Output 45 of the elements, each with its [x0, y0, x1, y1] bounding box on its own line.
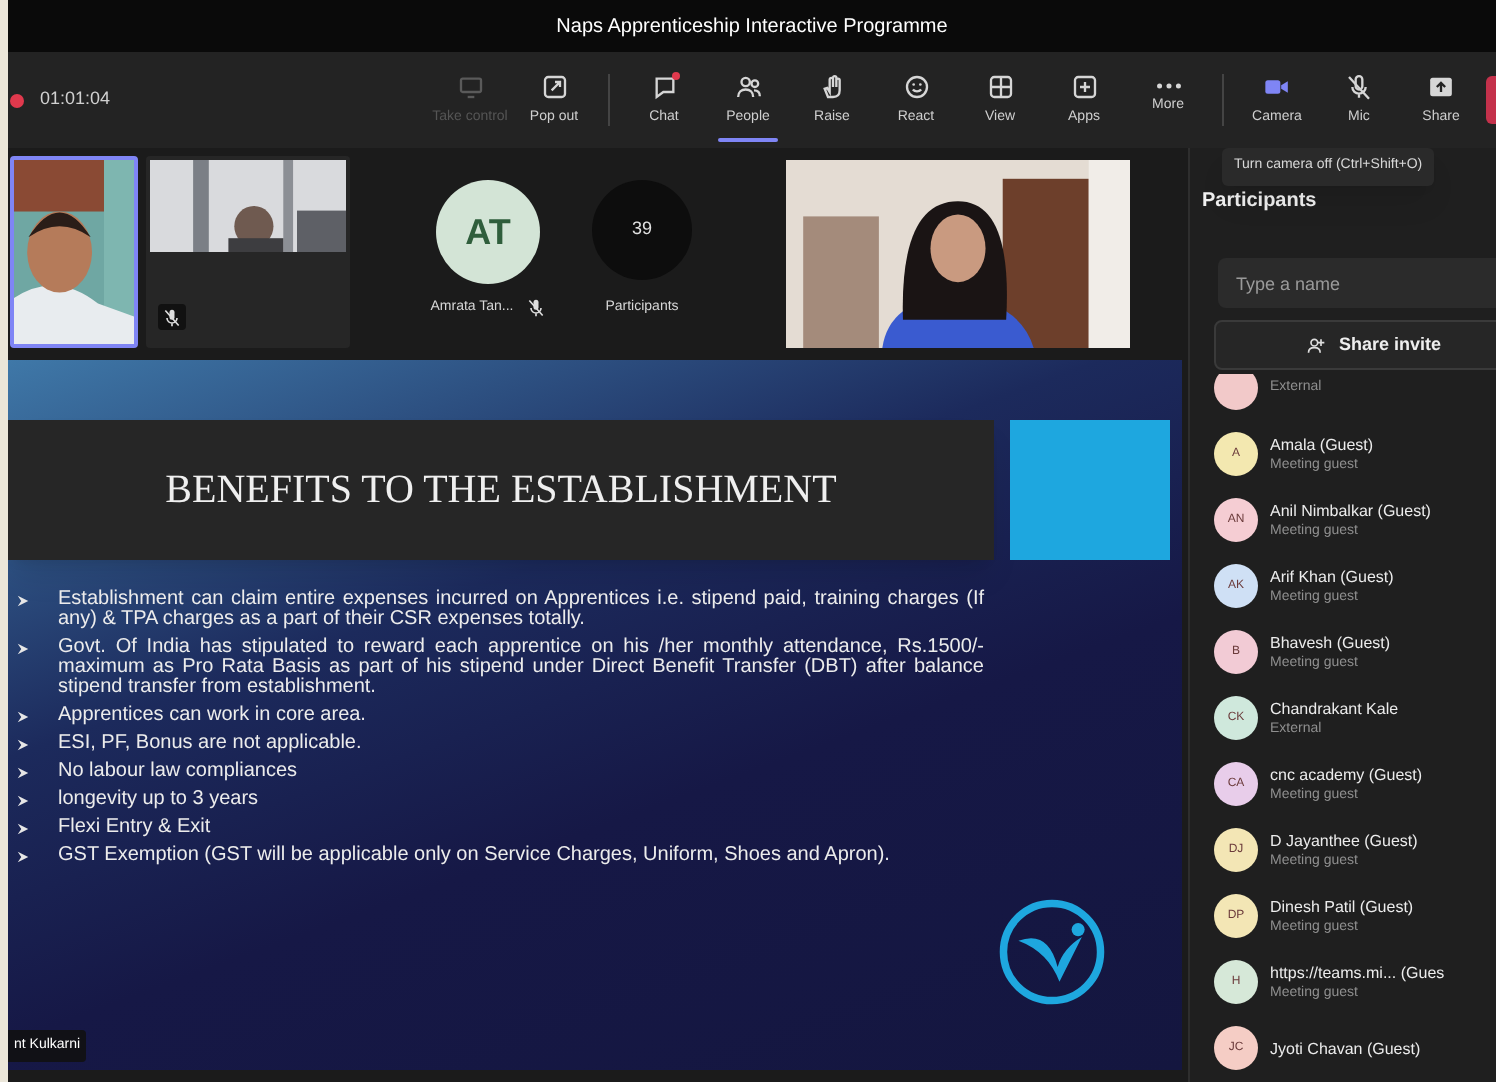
arrow-bullet-icon	[16, 594, 30, 608]
arrow-bullet-icon	[16, 738, 30, 752]
participant-name: Jyoti Chavan (Guest)	[1270, 1037, 1421, 1059]
smiley-icon	[901, 71, 931, 102]
bullet-text: Establishment can claim entire expenses incurred on Apprentices i.e. stipend paid, training charges (If any) & TPA charges as a part of their CSR expenses totally.	[58, 590, 984, 630]
bullet-text: Apprentices can work in core area.	[58, 706, 366, 726]
bullet-text: ESI, PF, Bonus are not applicable.	[58, 734, 362, 754]
people-icon	[733, 71, 763, 102]
bullet-text: No labour law compliances	[58, 762, 298, 782]
panel-title: Participants	[1202, 188, 1317, 216]
more-icon	[1155, 82, 1181, 91]
bullet-text: Govt. Of India has stipulated to reward each apprentice on his /her monthly attendance, Rs.1500/- maximum as Pro Rata Basis as part of his stipend under Direct Benefit Transfer (DBT) after balance stipend transfer from establishment.	[58, 638, 984, 698]
participant-name: Arif Khan (Guest)	[1270, 565, 1394, 587]
apps-icon	[1069, 71, 1099, 102]
arrow-bullet-icon	[16, 822, 30, 836]
participant-name: Dinesh Patil (Guest)	[1270, 895, 1414, 917]
popout-icon	[539, 71, 569, 102]
window-title: Naps Apprenticeship Interactive Programme	[556, 13, 948, 41]
participant-name: Amala (Guest)	[1270, 433, 1374, 455]
arrow-bullet-icon	[16, 766, 30, 780]
people-add-icon	[1306, 335, 1327, 355]
arrow-bullet-icon	[16, 710, 30, 724]
participant-count[interactable]: 39	[592, 180, 692, 280]
bullet-text: GST Exemption (GST will be applicable only on Service Charges, Uniform, Shoes and Apron).	[58, 846, 890, 866]
share-invite-button[interactable]: Share invite	[1214, 320, 1496, 370]
avatar: AT	[436, 180, 540, 284]
participant-name: cnc academy (Guest)	[1270, 763, 1423, 785]
arrow-bullet-icon	[16, 642, 30, 656]
slide-title: BENEFITS TO THE ESTABLISHMENT	[165, 466, 837, 516]
participant-name: Anil Nimbalkar (Guest)	[1270, 499, 1431, 521]
leave-button[interactable]	[1486, 76, 1496, 124]
participant-name: Bhavesh (Guest)	[1270, 631, 1391, 653]
hand-icon	[817, 71, 847, 102]
participant-name: Chandrakant Kale	[1270, 697, 1399, 719]
arrow-bullet-icon	[16, 794, 30, 808]
elapsed-time: 01:01:04	[40, 86, 111, 113]
bullet-text: longevity up to 3 years	[58, 790, 259, 810]
participant-name: D Jayanthee (Guest)	[1270, 829, 1418, 851]
grid-icon	[985, 71, 1015, 102]
bullet-text: Flexi Entry & Exit	[58, 818, 211, 838]
search-field[interactable]: Type a name	[1218, 258, 1496, 308]
video-tile[interactable]	[146, 156, 350, 348]
participant-name: https://teams.mi... (Gues	[1270, 961, 1445, 983]
logo-icon	[996, 896, 1108, 1008]
arrow-bullet-icon	[16, 850, 30, 864]
